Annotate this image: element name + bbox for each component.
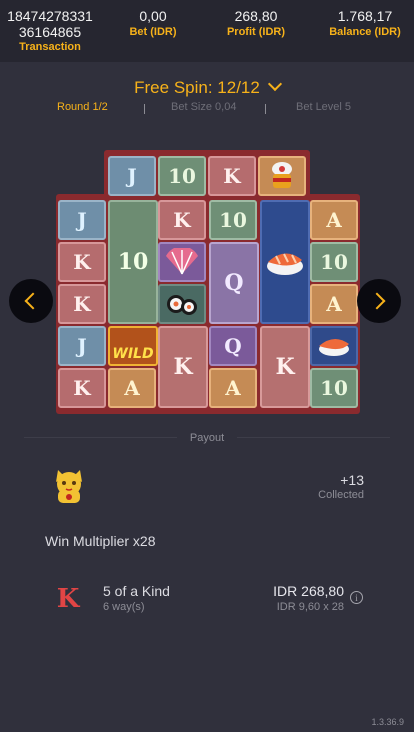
wild-symbol: WILD	[108, 326, 158, 366]
symbol-10: 10	[310, 242, 358, 282]
transaction-id-line1: 18474278331	[7, 8, 93, 24]
free-spin-title: Free Spin: 12/12	[134, 78, 260, 97]
chevron-left-icon	[24, 292, 42, 310]
profit-label: Profit (IDR)	[226, 26, 286, 38]
collected-value: +13	[340, 472, 364, 488]
symbol-10-tall: 10	[108, 200, 158, 324]
free-spin-selector[interactable]: Free Spin: 12/12	[0, 76, 414, 98]
profit-info: 268,80 Profit (IDR)	[220, 8, 292, 39]
payout-calculation: IDR 9,60 x 28	[276, 601, 344, 613]
symbol-a: A	[209, 368, 257, 408]
bet-label: Bet (IDR)	[129, 26, 177, 38]
symbol-k: K	[58, 242, 106, 282]
bet-info: 0,00 Bet (IDR)	[124, 8, 182, 39]
version-label: 1.3.36.9	[371, 717, 404, 727]
payout-amount: IDR 268,80	[273, 583, 344, 599]
win-multiplier: Win Multiplier x28	[45, 533, 156, 549]
symbol-q-tall: Q	[209, 242, 259, 324]
symbol-10: 10	[158, 156, 206, 196]
next-button[interactable]	[357, 279, 401, 323]
sushi-roll-icon	[158, 284, 206, 324]
fan-icon	[158, 242, 206, 282]
transaction-label: Transaction	[19, 41, 81, 53]
symbol-k: K	[58, 368, 106, 408]
symbol-a: A	[310, 284, 358, 324]
payout-symbol-k: K	[56, 584, 80, 614]
symbol-a: A	[108, 368, 156, 408]
symbol-k: K	[158, 200, 206, 240]
collected-label: Collected	[318, 489, 364, 501]
transaction-id-line2: 36164865	[18, 24, 82, 40]
symbol-j: J	[58, 200, 106, 240]
info-icon[interactable]: i	[350, 591, 363, 604]
symbol-k: K	[208, 156, 256, 196]
lantern-icon	[258, 156, 306, 196]
salmon-nigiri-tall	[260, 200, 310, 324]
salmon-nigiri-icon	[310, 326, 358, 366]
symbol-10: 10	[209, 200, 257, 240]
top-bar: 18474278331 36164865 Transaction 0,00 Be…	[0, 0, 414, 62]
symbol-k: K	[58, 284, 106, 324]
lucky-cat-icon	[50, 468, 88, 504]
bet-value: 0,00	[139, 8, 167, 24]
symbol-q: Q	[209, 326, 257, 366]
profit-value: 268,80	[234, 8, 278, 24]
payout-label: Payout	[177, 432, 237, 444]
bet-level-label: Bet Level 5	[296, 101, 352, 113]
symbol-j: J	[58, 326, 106, 366]
divider	[144, 104, 145, 114]
prev-button[interactable]	[9, 279, 53, 323]
symbol-k-tall: K	[260, 326, 310, 408]
chevron-down-icon	[267, 76, 282, 92]
ways-label: 6 way(s)	[103, 601, 145, 613]
balance-label: Balance (IDR)	[329, 26, 401, 38]
slot-board: J 10 K J K K J K 10 WILD A K K 10 Q Q A …	[56, 150, 360, 414]
symbol-j: J	[108, 156, 156, 196]
bet-size-label: Bet Size 0,04	[171, 101, 237, 113]
symbol-10: 10	[310, 368, 358, 408]
kind-label: 5 of a Kind	[103, 583, 170, 599]
balance-value: 1.768,17	[337, 8, 393, 24]
divider	[265, 104, 266, 114]
chevron-right-icon	[368, 292, 386, 310]
round-label: Round 1/2	[57, 101, 108, 113]
round-info-row: Round 1/2 Bet Size 0,04 Bet Level 5	[0, 101, 414, 117]
symbol-k-tall: K	[158, 326, 208, 408]
symbol-a: A	[310, 200, 358, 240]
balance-info: 1.768,17 Balance (IDR)	[320, 8, 410, 39]
transaction-info: 18474278331 36164865 Transaction	[4, 8, 96, 54]
